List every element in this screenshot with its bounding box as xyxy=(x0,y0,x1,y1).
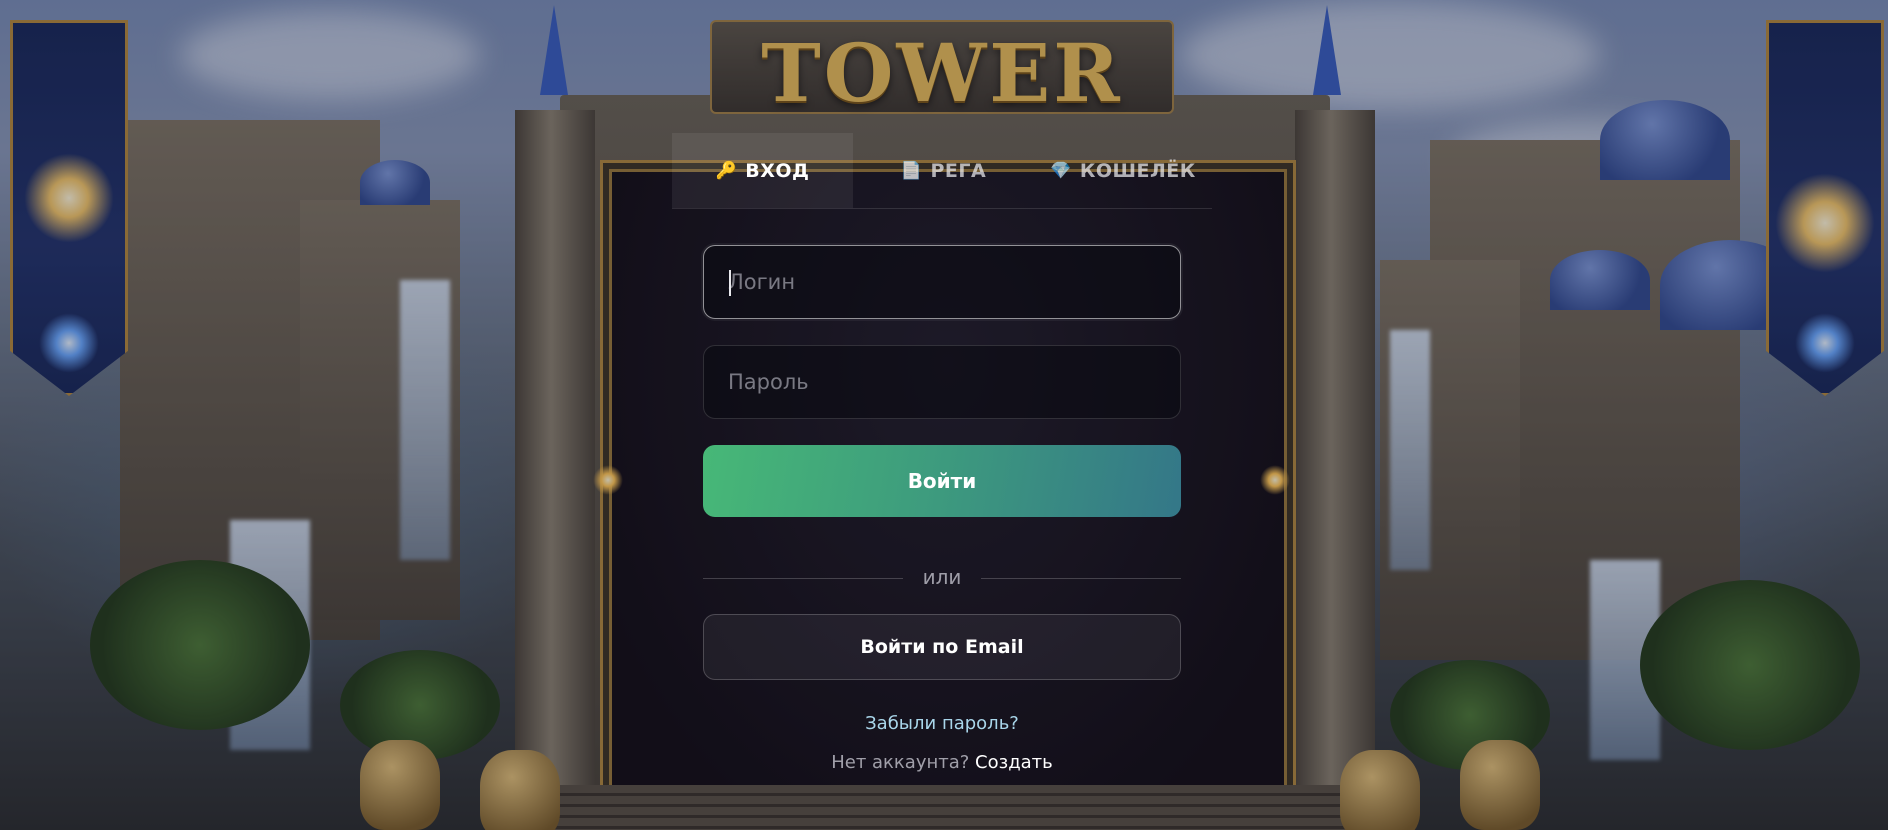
email-login-button[interactable]: Войти по Email xyxy=(703,614,1181,680)
diamond-icon: 💎 xyxy=(1050,160,1072,181)
login-field[interactable] xyxy=(703,245,1181,319)
login-panel: 🔑 ВХОД 📄 РЕГА 💎 КОШЕЛЁК Войти или Войти … xyxy=(672,133,1212,830)
signup-prompt: Нет аккаунта? Создать xyxy=(672,752,1212,773)
login-submit-button[interactable]: Войти xyxy=(703,445,1181,517)
key-icon: 🔑 xyxy=(715,160,738,181)
divider-text: или xyxy=(922,565,962,589)
scroll-icon: 📄 xyxy=(900,160,923,181)
create-account-link[interactable]: Создать xyxy=(975,752,1053,773)
text-caret xyxy=(729,270,731,296)
tab-login-label: ВХОД xyxy=(745,159,810,182)
password-field[interactable] xyxy=(703,345,1181,419)
tab-login[interactable]: 🔑 ВХОД xyxy=(672,133,853,208)
auth-tabs: 🔑 ВХОД 📄 РЕГА 💎 КОШЕЛЁК xyxy=(672,133,1212,209)
tab-wallet-label: КОШЕЛЁК xyxy=(1079,159,1196,182)
no-account-text: Нет аккаунта? xyxy=(831,752,976,773)
forgot-password-link[interactable]: Забыли пароль? xyxy=(672,713,1212,734)
password-input[interactable] xyxy=(704,346,1180,418)
tab-register[interactable]: 📄 РЕГА xyxy=(853,133,1034,208)
tab-wallet[interactable]: 💎 КОШЕЛЁК xyxy=(1034,133,1212,208)
login-input[interactable] xyxy=(704,246,1180,318)
tab-register-label: РЕГА xyxy=(930,159,987,182)
or-divider: или xyxy=(703,563,1181,593)
